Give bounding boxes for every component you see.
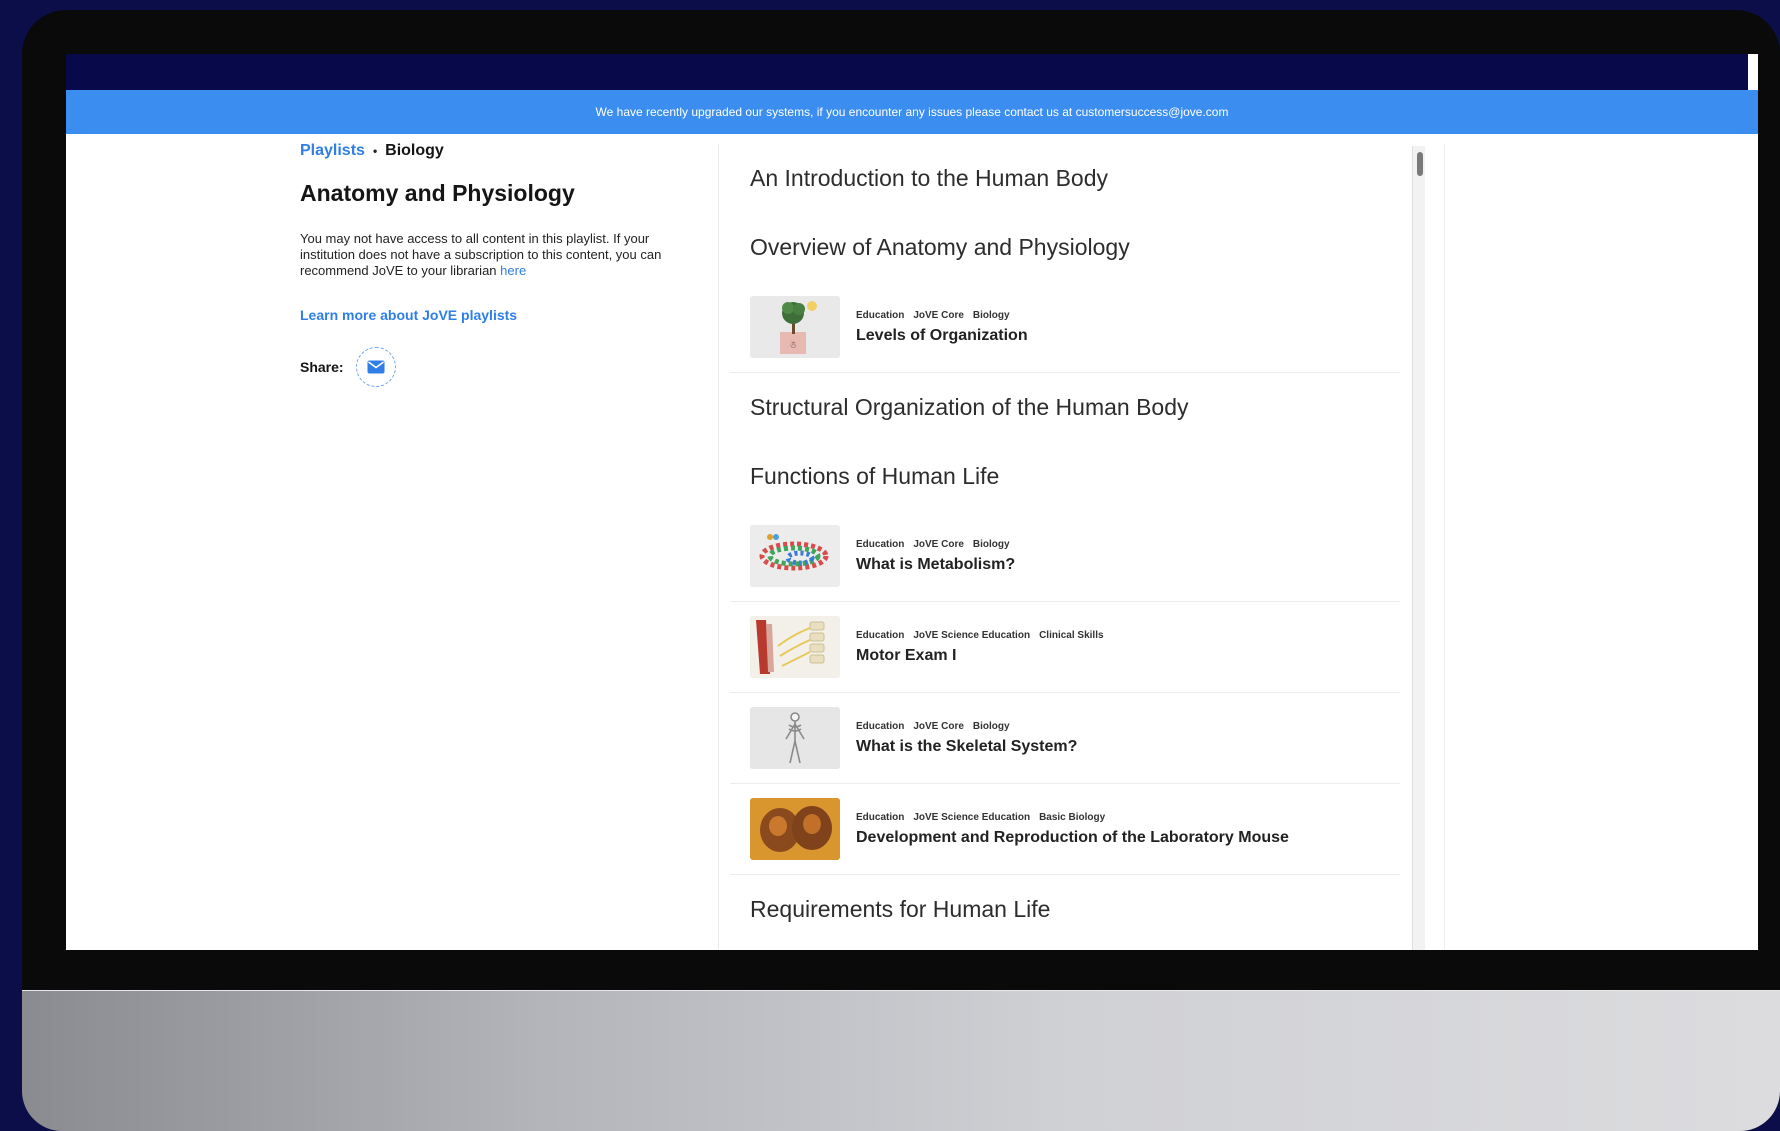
playlist-title: Anatomy and Physiology [300,180,575,206]
right-divider [1444,144,1445,950]
tag: Clinical Skills [1039,629,1104,641]
column-divider [718,144,719,950]
list-item[interactable]: Education JoVE Science Education Basic B… [730,784,1400,875]
section-heading[interactable]: Overview of Anatomy and Physiology [730,213,1400,282]
share-label: Share: [300,359,344,375]
scrollbar-thumb[interactable] [1417,152,1423,176]
system-upgrade-banner: We have recently upgraded our systems, i… [66,90,1758,134]
thumbnail-skeleton [750,707,840,769]
recommend-here-link[interactable]: here [500,263,526,278]
tag: Education [856,309,905,321]
list-item[interactable]: Education JoVE Core Biology What is the … [730,693,1400,784]
access-notice-text: You may not have access to all content i… [300,231,662,278]
playlist-content: An Introduction to the Human Body Overvi… [730,144,1400,950]
thumbnail-tree-in-pot: ☃ [750,296,840,358]
thumbnail-molecule-chain [750,525,840,587]
content-tags: Education JoVE Core Biology [856,721,1077,732]
banner-message: We have recently upgraded our systems, i… [595,105,1229,119]
top-bar [66,54,1748,90]
tag: JoVE Science Education [913,811,1031,823]
item-title: Levels of Organization [856,326,1028,344]
list-item[interactable]: Education JoVE Core Biology What is Meta… [730,511,1400,602]
tag: Education [856,538,905,550]
section-heading[interactable]: Structural Organization of the Human Bod… [730,373,1400,442]
thumbnail-embryos [750,798,840,860]
tag: Biology [972,309,1010,321]
device-base [22,990,1780,1131]
content-tags: Education JoVE Core Biology [856,310,1028,321]
tag: JoVE Science Education [913,629,1031,641]
tag: Biology [972,538,1010,550]
thumbnail-spine-nerves [750,616,840,678]
breadcrumb: Playlists • Biology [300,142,700,160]
playlist-sidebar: Playlists • Biology Anatomy and Physiolo… [300,142,700,387]
breadcrumb-separator: • [372,144,378,158]
tag: JoVE Core [913,720,964,732]
item-title: Development and Reproduction of the Labo… [856,828,1289,846]
content-tags: Education JoVE Core Biology [856,539,1015,550]
breadcrumb-playlists-link[interactable]: Playlists [300,142,365,160]
section-heading[interactable]: Functions of Human Life [730,442,1400,511]
item-title: Motor Exam I [856,646,957,664]
list-item[interactable]: ☃ Education JoVE Core Biology Levels of … [730,282,1400,373]
browser-screen: We have recently upgraded our systems, i… [66,54,1758,950]
tag: Education [856,720,905,732]
mail-icon [367,360,385,374]
tag: Biology [972,720,1010,732]
tag: JoVE Core [913,309,964,321]
tag: Education [856,629,905,641]
content-tags: Education JoVE Science Education Basic B… [856,812,1289,823]
content-scrollbar[interactable] [1412,146,1425,950]
tag: Basic Biology [1039,811,1106,823]
tag: Education [856,811,905,823]
section-heading[interactable]: An Introduction to the Human Body [730,144,1400,213]
svg-text:☃: ☃ [789,339,797,351]
item-title: What is the Skeletal System? [856,737,1078,755]
section-heading[interactable]: Requirements for Human Life [730,875,1400,944]
tag: JoVE Core [913,538,964,550]
device-frame: We have recently upgraded our systems, i… [22,10,1780,1131]
list-item[interactable]: Education JoVE Science Education Clinica… [730,602,1400,693]
item-title: What is Metabolism? [856,555,1016,573]
access-notice: You may not have access to all content i… [300,231,700,279]
content-tags: Education JoVE Science Education Clinica… [856,630,1104,641]
learn-more-link[interactable]: Learn more about JoVE playlists [300,307,700,323]
share-row: Share: [300,347,700,387]
breadcrumb-current: Biology [385,142,444,159]
share-email-button[interactable] [355,347,396,387]
